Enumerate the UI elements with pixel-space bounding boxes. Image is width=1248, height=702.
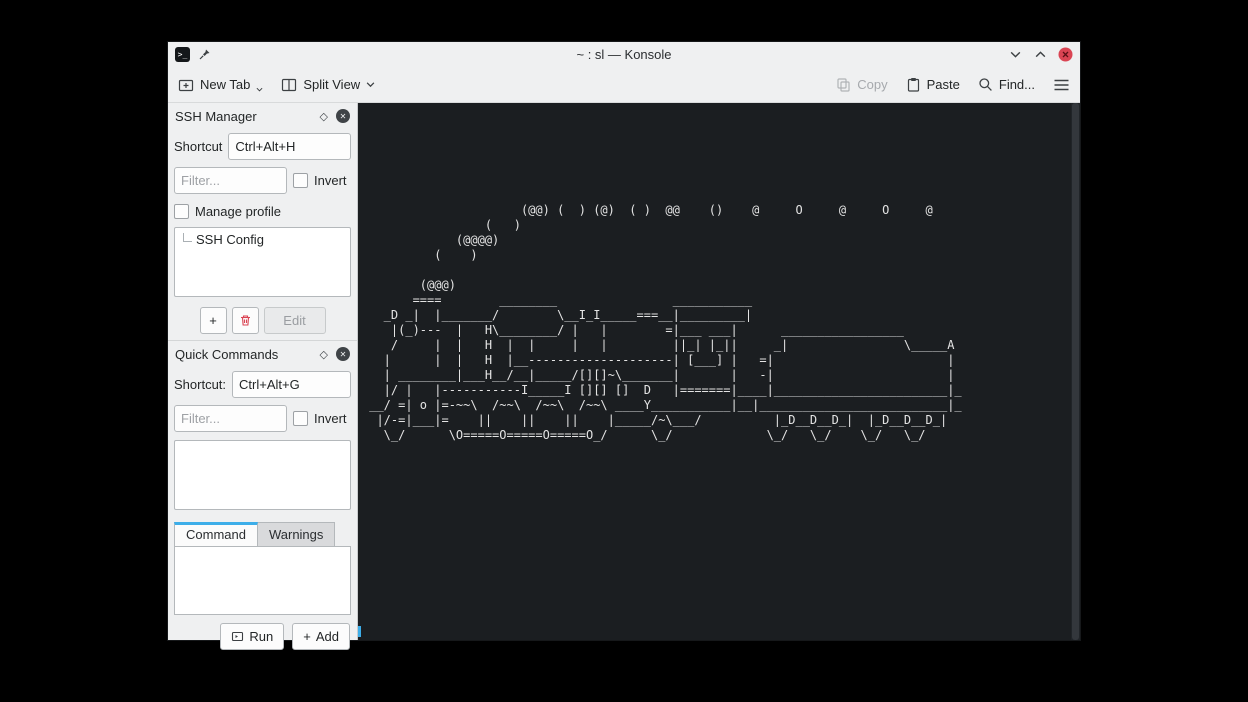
ssh-config-tree[interactable]: SSH Config	[174, 227, 351, 297]
new-tab-dropdown-icon	[256, 86, 263, 93]
terminal-ascii-art: (@@) ( ) (@) ( ) @@ () @ O @ O @ ( ) (@@…	[358, 103, 962, 443]
window-content: SSH Manager ◇ ✕ Shortcut Invert	[168, 103, 1080, 640]
new-tab-button[interactable]: New Tab	[178, 77, 263, 93]
ssh-invert-label: Invert	[314, 173, 347, 188]
paste-icon	[906, 77, 921, 92]
quick-commands-header: Quick Commands ◇ ✕	[168, 341, 357, 367]
terminal-scrollbar[interactable]	[1071, 103, 1080, 640]
chevron-down-icon	[366, 80, 375, 89]
qc-tabbar: Command Warnings	[174, 522, 351, 547]
ssh-manager-header: SSH Manager ◇ ✕	[168, 103, 357, 129]
qc-command-editor[interactable]	[174, 546, 351, 615]
find-button[interactable]: Find...	[978, 77, 1035, 92]
qc-run-label: Run	[249, 629, 273, 644]
plus-icon: +	[303, 629, 311, 644]
terminal-display[interactable]: (@@) ( ) (@) ( ) @@ () @ O @ O @ ( ) (@@…	[358, 103, 1080, 640]
ssh-shortcut-input[interactable]	[228, 133, 351, 160]
qc-filter-input[interactable]	[174, 405, 287, 432]
ssh-manager-panel: SSH Manager ◇ ✕ Shortcut Invert	[168, 103, 357, 340]
pin-icon[interactable]	[196, 47, 212, 63]
qc-invert-checkbox[interactable]	[293, 411, 308, 426]
split-view-icon	[281, 77, 297, 93]
ssh-add-button[interactable]: +	[200, 307, 227, 334]
copy-button[interactable]: Copy	[836, 77, 887, 92]
tree-branch-icon	[183, 233, 192, 242]
paste-button[interactable]: Paste	[906, 77, 960, 92]
run-icon	[231, 630, 244, 643]
split-view-button[interactable]: Split View	[281, 77, 375, 93]
float-panel-icon[interactable]: ◇	[320, 348, 328, 361]
hamburger-menu-button[interactable]	[1053, 78, 1070, 92]
tree-item-label: SSH Config	[196, 232, 264, 247]
search-icon	[978, 77, 993, 92]
konsole-app-icon[interactable]: >_	[175, 47, 190, 62]
manage-profile-checkbox[interactable]	[174, 204, 189, 219]
qc-run-button[interactable]: Run	[220, 623, 284, 650]
new-tab-label: New Tab	[200, 77, 250, 92]
qc-command-list[interactable]	[174, 440, 351, 510]
qc-invert-label: Invert	[314, 411, 347, 426]
titlebar[interactable]: >_ ~ : sl — Konsole	[168, 42, 1080, 67]
ssh-shortcut-label: Shortcut	[174, 139, 222, 154]
close-panel-icon[interactable]: ✕	[336, 347, 350, 361]
new-tab-icon	[178, 77, 194, 93]
close-panel-icon[interactable]: ✕	[336, 109, 350, 123]
ssh-delete-button[interactable]	[232, 307, 259, 334]
konsole-window: >_ ~ : sl — Konsole	[168, 42, 1080, 640]
tab-warnings[interactable]: Warnings	[258, 522, 335, 547]
copy-label: Copy	[857, 77, 887, 92]
qc-add-label: Add	[316, 629, 339, 644]
find-label: Find...	[999, 77, 1035, 92]
quick-commands-panel: Quick Commands ◇ ✕ Shortcut: Invert	[168, 340, 357, 656]
hamburger-icon	[1053, 78, 1070, 92]
qc-shortcut-label: Shortcut:	[174, 377, 226, 392]
copy-icon	[836, 77, 851, 92]
window-title: ~ : sl — Konsole	[576, 47, 671, 62]
maximize-button[interactable]	[1032, 47, 1048, 63]
ssh-edit-button[interactable]: Edit	[264, 307, 326, 334]
float-panel-icon[interactable]: ◇	[320, 110, 328, 123]
plugin-dock: SSH Manager ◇ ✕ Shortcut Invert	[168, 103, 358, 640]
scrollbar-thumb[interactable]	[1072, 103, 1079, 640]
activity-indicator	[358, 626, 361, 637]
manage-profile-label: Manage profile	[195, 204, 281, 219]
ssh-filter-input[interactable]	[174, 167, 287, 194]
tree-item-ssh-config[interactable]: SSH Config	[175, 228, 350, 247]
toolbar: New Tab Split View	[168, 67, 1080, 103]
close-button[interactable]	[1057, 47, 1073, 63]
qc-add-button[interactable]: + Add	[292, 623, 350, 650]
paste-label: Paste	[927, 77, 960, 92]
ssh-invert-checkbox[interactable]	[293, 173, 308, 188]
quick-commands-title: Quick Commands	[175, 347, 320, 362]
trash-icon	[239, 314, 252, 327]
qc-shortcut-input[interactable]	[232, 371, 351, 398]
ssh-manager-title: SSH Manager	[175, 109, 320, 124]
minimize-button[interactable]	[1007, 47, 1023, 63]
split-view-label: Split View	[303, 77, 360, 92]
tab-command[interactable]: Command	[174, 522, 258, 547]
desktop-background: >_ ~ : sl — Konsole	[0, 0, 1248, 702]
